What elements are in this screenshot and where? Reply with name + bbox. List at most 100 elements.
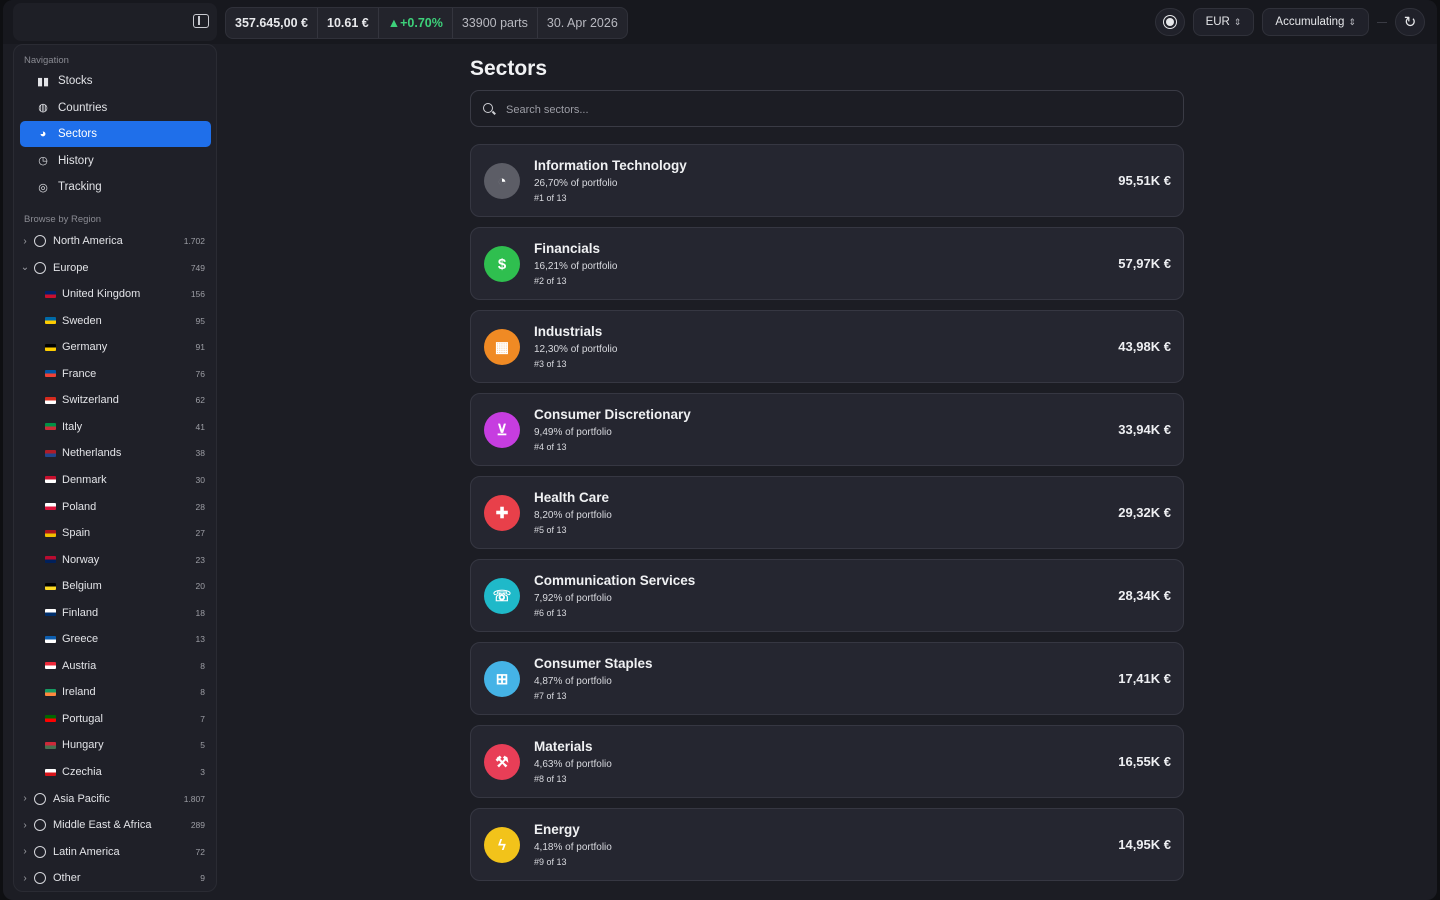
country-item[interactable]: Greece 13	[20, 626, 211, 652]
sidebar-item-sectors[interactable]: ◕ Sectors	[20, 121, 211, 147]
country-item[interactable]: Switzerland 62	[20, 387, 211, 413]
region-item[interactable]: › Asia Pacific 1.807	[20, 786, 211, 812]
sidebar-item-label: Tracking	[58, 181, 102, 193]
country-item[interactable]: Denmark 30	[20, 467, 211, 493]
flag-icon	[45, 662, 56, 670]
sector-percentage: 4,63% of portfolio	[534, 759, 612, 770]
region-name: Europe	[53, 261, 89, 274]
chevron-down-icon[interactable]: ⌄	[20, 262, 30, 273]
sector-rank: #3 of 13	[534, 359, 567, 369]
chevron-right-icon[interactable]: ›	[20, 793, 30, 804]
sidebar-item-countries[interactable]: ◍ Countries	[20, 95, 211, 121]
country-item[interactable]: Portugal 7	[20, 706, 211, 732]
chevron-right-icon[interactable]: ›	[20, 236, 30, 247]
country-count: 20	[195, 581, 205, 592]
sector-percentage: 4,87% of portfolio	[534, 676, 612, 687]
country-count: 30	[195, 474, 205, 485]
region-item[interactable]: › North America 1.702	[20, 228, 211, 254]
page-title: Sectors	[470, 57, 548, 80]
sector-card[interactable]: $ Financials 16,21% of portfolio #2 of 13 57…	[470, 227, 1184, 300]
sector-card[interactable]: ▦ Industrials 12,30% of portfolio #3 of 13 4…	[470, 310, 1184, 383]
globe-icon	[34, 819, 46, 832]
sector-card[interactable]: ✚ Health Care 8,20% of portfolio #5 of 13 29…	[470, 476, 1184, 549]
sidebar-item-tracking[interactable]: ◎ Tracking	[20, 174, 211, 200]
mode-value: Accumulating	[1275, 16, 1345, 28]
top-bar: 357.645,00 € 10.61 € ▲+0.70% 33900 parts…	[3, 0, 1437, 44]
sector-name: Consumer Discretionary	[534, 407, 691, 422]
sidebar-item-stocks[interactable]: ▮▮ Stocks	[20, 68, 211, 94]
sector-value: 17,41K €	[1118, 671, 1171, 686]
sidebar: Navigation ▮▮ Stocks ◍ Countries ◕ Sectors ◷ Hi…	[13, 44, 217, 892]
dollar-icon: $	[484, 246, 520, 282]
search-input[interactable]	[504, 91, 1168, 128]
sector-value: 33,94K €	[1118, 422, 1171, 437]
sector-card[interactable]: ☏ Communication Services 7,92% of portfoli…	[470, 559, 1184, 632]
bar-chart-icon: ▮▮	[36, 75, 50, 88]
country-name: Portugal	[62, 712, 103, 725]
chevron-right-icon[interactable]: ›	[20, 846, 30, 857]
chevron-right-icon[interactable]: ›	[20, 820, 30, 831]
country-name: Greece	[62, 633, 99, 646]
sector-percentage: 26,70% of portfolio	[534, 178, 618, 189]
region-name: Middle East & Africa	[53, 819, 152, 832]
country-name: Germany	[62, 341, 108, 354]
flag-icon	[45, 449, 56, 457]
region-name: Latin America	[53, 845, 120, 858]
flag-icon	[45, 370, 56, 378]
mode-select[interactable]: Accumulating ⇕	[1262, 8, 1369, 36]
sector-rank: #2 of 13	[534, 276, 567, 286]
flag-icon	[45, 317, 56, 325]
region-item[interactable]: › Latin America 72	[20, 839, 211, 865]
sector-card[interactable]: ◔ Information Technology 26,70% of portfol…	[470, 144, 1184, 217]
search-box	[470, 90, 1184, 128]
country-count: 28	[195, 501, 205, 512]
sector-card[interactable]: ϟ Energy 4,18% of portfolio #9 of 13 14,95K …	[470, 808, 1184, 881]
globe-icon	[34, 792, 46, 805]
sidebar-item-label: Stocks	[58, 75, 93, 87]
country-item[interactable]: Finland 18	[20, 600, 211, 626]
country-item[interactable]: Czechia 3	[20, 759, 211, 785]
share-price: 10.61 €	[318, 8, 379, 38]
sector-value: 16,55K €	[1118, 754, 1171, 769]
sidebar-item-label: History	[58, 154, 94, 167]
region-name: North America	[53, 235, 123, 247]
country-item[interactable]: Poland 28	[20, 494, 211, 520]
sector-rank: #9 of 13	[534, 857, 567, 867]
theme-toggle-button[interactable]	[1154, 8, 1185, 36]
sector-card[interactable]: ⚒ Materials 4,63% of portfolio #8 of 13 16,5…	[470, 725, 1184, 798]
country-name: Denmark	[62, 473, 107, 486]
sector-name: Communication Services	[534, 573, 696, 588]
country-count: 95	[195, 315, 205, 326]
country-item[interactable]: Ireland 8	[20, 679, 211, 705]
country-item[interactable]: Netherlands 38	[20, 440, 211, 466]
country-item[interactable]: Spain 27	[20, 520, 211, 546]
currency-select[interactable]: EUR ⇕	[1192, 8, 1255, 36]
country-item[interactable]: Sweden 95	[20, 308, 211, 334]
country-item[interactable]: United Kingdom 156	[20, 281, 211, 307]
region-item[interactable]: › Middle East & Africa 289	[20, 812, 211, 838]
country-item[interactable]: Austria 8	[20, 653, 211, 679]
country-item[interactable]: France 76	[20, 361, 211, 387]
flag-icon	[45, 768, 56, 776]
region-item[interactable]: › Other 9	[20, 865, 211, 891]
refresh-button[interactable]: ↻	[1395, 8, 1425, 36]
country-item[interactable]: Germany 91	[20, 334, 211, 360]
country-item[interactable]: Norway 23	[20, 547, 211, 573]
globe-icon	[34, 845, 46, 858]
sidebar-toggle-icon[interactable]	[193, 14, 209, 28]
country-count: 18	[195, 607, 205, 618]
country-item[interactable]: Belgium 20	[20, 573, 211, 599]
country-name: Sweden	[62, 314, 102, 327]
region-name: Other	[53, 872, 81, 885]
sidebar-item-history[interactable]: ◷ History	[20, 148, 211, 174]
refresh-icon: ↻	[1403, 14, 1417, 31]
region-item[interactable]: ⌄ Europe 749	[20, 255, 211, 281]
country-name: Hungary	[62, 739, 104, 752]
sector-card[interactable]: ⊞ Consumer Staples 4,87% of portfolio #7 of…	[470, 642, 1184, 715]
chevron-right-icon[interactable]: ›	[20, 873, 30, 884]
flag-icon	[45, 556, 56, 564]
flag-icon	[45, 609, 56, 617]
country-item[interactable]: Hungary 5	[20, 732, 211, 758]
sector-card[interactable]: ⊻ Consumer Discretionary 9,49% of portfoli…	[470, 393, 1184, 466]
country-item[interactable]: Italy 41	[20, 414, 211, 440]
